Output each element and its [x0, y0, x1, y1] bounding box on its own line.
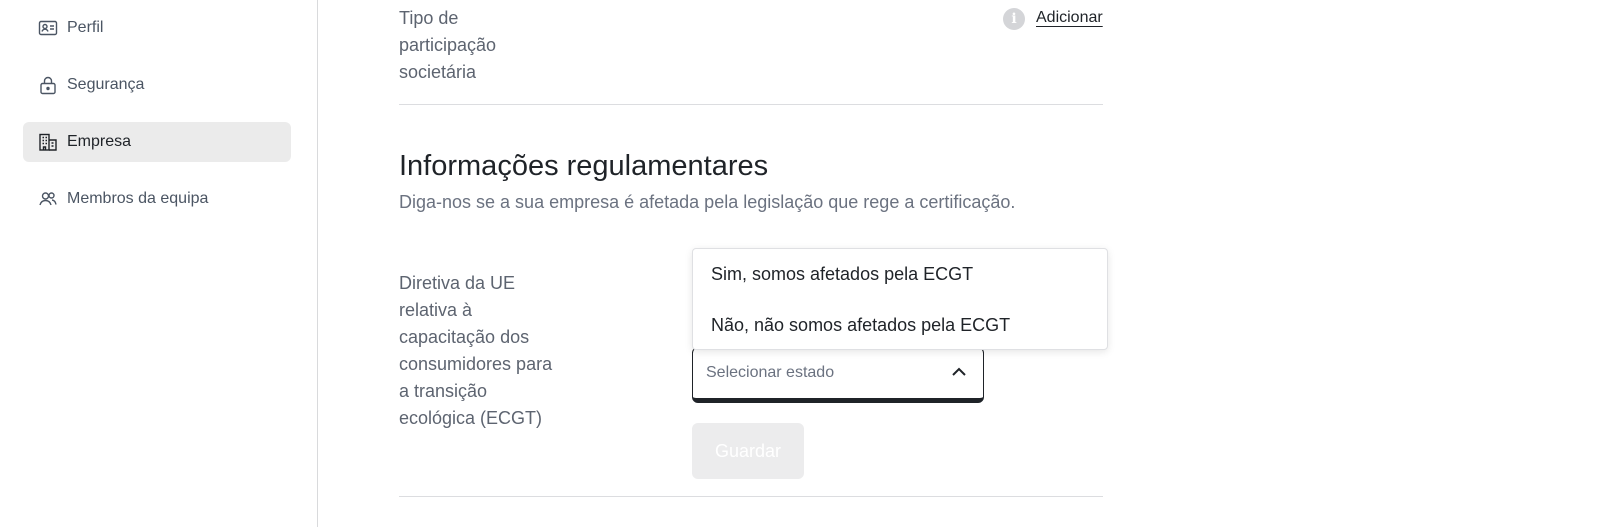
main-content: Tipo de participação societária i Adicio…	[399, 0, 1109, 527]
sidebar: Perfil Segurança Empresa Membros da equi…	[0, 0, 318, 527]
info-icon[interactable]: i	[1003, 8, 1025, 30]
users-icon	[37, 188, 59, 210]
sidebar-item-label: Empresa	[67, 133, 132, 150]
save-button[interactable]: Guardar	[692, 423, 804, 479]
divider	[399, 104, 1103, 105]
sidebar-item-perfil[interactable]: Perfil	[23, 8, 291, 48]
option-not-affected[interactable]: Não, não somos afetados pela ECGT	[711, 315, 1010, 336]
ecgt-label: Diretiva da UE relativa à capacitação do…	[399, 273, 553, 428]
sidebar-item-seguranca[interactable]: Segurança	[23, 65, 291, 105]
sidebar-item-empresa[interactable]: Empresa	[23, 122, 291, 162]
section-title: Informações regulamentares	[399, 150, 769, 182]
sidebar-item-label: Perfil	[67, 19, 104, 36]
building-icon	[37, 131, 59, 153]
section-subtitle: Diga-nos se a sua empresa é afetada pela…	[399, 192, 1016, 212]
select-placeholder: Selecionar estado	[706, 364, 835, 381]
participation-type-label: Tipo de participação societária	[399, 8, 497, 82]
option-yes-affected[interactable]: Sim, somos afetados pela ECGT	[711, 264, 973, 285]
chevron-up-icon	[952, 367, 966, 376]
sidebar-item-membros[interactable]: Membros da equipa	[23, 179, 291, 219]
ecgt-dropdown-menu: Sim, somos afetados pela ECGT Não, não s…	[692, 248, 1108, 350]
lock-icon	[37, 74, 59, 96]
add-participation-link[interactable]: Adicionar	[1036, 9, 1103, 27]
sidebar-item-label: Membros da equipa	[67, 190, 209, 207]
sidebar-item-label: Segurança	[67, 76, 145, 93]
ecgt-status-select[interactable]: Selecionar estado	[692, 347, 984, 403]
divider	[399, 496, 1103, 497]
id-card-icon	[37, 17, 59, 39]
app: Perfil Segurança Empresa Membros da equi…	[0, 0, 1600, 527]
